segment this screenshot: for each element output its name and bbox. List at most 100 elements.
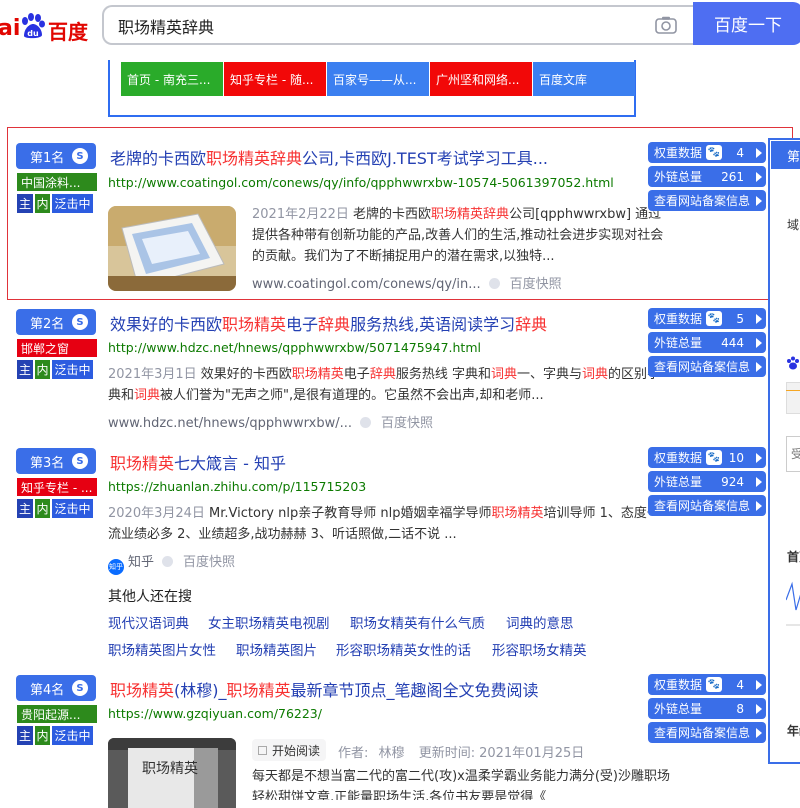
result-title[interactable]: 职场精英七大箴言 - 知乎	[110, 450, 286, 474]
icp-label: 查看网站备案信息	[654, 194, 751, 208]
arrow-right-icon	[756, 196, 762, 206]
icp-badge[interactable]: 查看网站备案信息	[648, 190, 766, 211]
snapshot-link[interactable]: 百度快照	[381, 416, 433, 431]
top-link-5[interactable]: 百度文库	[533, 62, 635, 96]
author-name[interactable]: 林穆	[379, 746, 405, 761]
weight-badge[interactable]: 权重数据 🐾 4	[648, 142, 766, 163]
result-abstract: 2020年3月24日 Mr.Victory nlp亲子教育导师 nlp婚姻幸福学…	[108, 503, 666, 545]
weight-badge[interactable]: 权重数据 🐾 4	[648, 674, 766, 695]
arrow-right-icon	[756, 704, 762, 714]
site-tag[interactable]: 邯郸之窗	[16, 338, 98, 358]
snapshot-link[interactable]: 百度快照	[183, 555, 235, 570]
source-url[interactable]: www.coatingol.com/conews/qy/in...	[252, 277, 481, 292]
icp-badge[interactable]: 查看网站备案信息	[648, 495, 766, 516]
site-tag-label: 邯郸之窗	[21, 341, 70, 356]
weight-badge[interactable]: 权重数据 🐾 5	[648, 308, 766, 329]
arrow-right-icon	[756, 338, 762, 348]
baidu-logo[interactable]: ai du 百度	[0, 8, 90, 44]
links-badge[interactable]: 外链总量 8	[648, 698, 766, 719]
result-url[interactable]: https://www.gzqiyuan.com/76223/	[108, 706, 322, 721]
sidebar-text: 年龄	[787, 724, 800, 738]
result-title[interactable]: 职场精英(林穆)_职场精英最新章节顶点_笔趣阁全文免费阅读	[110, 677, 539, 701]
icp-badge[interactable]: 查看网站备案信息	[648, 722, 766, 743]
related-link[interactable]: 形容职场精英女性的话	[336, 639, 471, 659]
weight-value: 4	[736, 677, 744, 692]
tag-zhu[interactable]: 主	[16, 193, 34, 214]
top-link-3[interactable]: 百家号——从...	[327, 62, 429, 96]
top-link-label: 首页 - 南充三...	[127, 72, 211, 87]
related-link[interactable]: 词典的意思	[506, 612, 574, 632]
icp-label: 查看网站备案信息	[654, 499, 751, 513]
rank-badge[interactable]: 第4名 S	[16, 675, 96, 701]
related-link[interactable]: 形容职场女精英	[492, 639, 587, 659]
sidebar-text: 域名	[787, 218, 800, 232]
rank-label: 第3名	[30, 455, 65, 471]
search-button[interactable]: 百度一下	[693, 2, 800, 45]
top-link-2[interactable]: 知乎专栏 - 随...	[224, 62, 326, 96]
tag-trio: 主内泛击中	[16, 359, 94, 380]
links-badge[interactable]: 外链总量 261	[648, 166, 766, 187]
tag-nei[interactable]: 内	[34, 725, 51, 746]
result-abstract: 2021年2月22日 老牌的卡西欧职场精英辞典公司[qpphwwrxbw] 通过…	[252, 204, 672, 267]
tag-nei[interactable]: 内	[34, 359, 51, 380]
rank-refresh-icon: S	[72, 148, 88, 164]
links-badge[interactable]: 外链总量 924	[648, 471, 766, 492]
tag-fan[interactable]: 泛击中	[51, 193, 94, 214]
tag-fan[interactable]: 泛击中	[51, 359, 94, 380]
links-label: 外链总量	[654, 475, 703, 489]
sidebar-tab[interactable]: 第	[771, 141, 800, 169]
links-label: 外链总量	[654, 170, 703, 184]
related-link[interactable]: 女主职场精英电视剧	[208, 612, 330, 632]
tag-fan[interactable]: 泛击中	[51, 498, 94, 519]
related-link[interactable]: 职场女精英有什么气质	[350, 612, 485, 632]
source-url[interactable]: www.hdzc.net/hnews/qpphwwrxbw/...	[108, 416, 352, 431]
start-reading-button[interactable]: 开始阅读	[252, 739, 326, 761]
top-link-label: 百度文库	[539, 72, 588, 87]
rank-badge[interactable]: 第2名 S	[16, 309, 96, 335]
weight-badge[interactable]: 权重数据 🐾 10	[648, 447, 766, 468]
snapshot-link[interactable]: 百度快照	[510, 277, 562, 292]
site-tag[interactable]: 中国涂料...	[16, 172, 98, 192]
source-name[interactable]: 知乎	[128, 555, 154, 570]
result-source: www.hdzc.net/hnews/qpphwwrxbw/... 百度快照	[108, 412, 433, 431]
result-url[interactable]: https://zhuanlan.zhihu.com/p/115715203	[108, 479, 366, 494]
tag-nei[interactable]: 内	[34, 498, 51, 519]
arrow-right-icon	[756, 680, 762, 690]
top-link-4[interactable]: 广州坚和网络...	[430, 62, 532, 96]
site-tag[interactable]: 贵阳起源...	[16, 704, 98, 724]
tag-fan[interactable]: 泛击中	[51, 725, 94, 746]
top-links-box: 首页 - 南充三... 知乎专栏 - 随... 百家号——从... 广州坚和网络…	[108, 60, 636, 117]
tag-zhu[interactable]: 主	[16, 498, 34, 519]
camera-icon[interactable]	[655, 16, 677, 34]
rank-badge[interactable]: 第1名 S	[16, 143, 96, 169]
snapshot-icon	[162, 556, 174, 567]
related-link[interactable]: 现代汉语词典	[108, 612, 189, 632]
paw-icon: 🐾	[706, 450, 722, 465]
sidebar-input[interactable]: 受	[786, 436, 800, 472]
related-link[interactable]: 职场精英图片女性	[108, 639, 216, 659]
result-url[interactable]: http://www.hdzc.net/hnews/qpphwwrxbw/507…	[108, 340, 481, 355]
result-url[interactable]: http://www.coatingol.com/conews/qy/info/…	[108, 175, 614, 190]
icp-badge[interactable]: 查看网站备案信息	[648, 356, 766, 377]
book-cover[interactable]: 职场精英	[108, 738, 236, 808]
icp-label: 查看网站备案信息	[654, 726, 751, 740]
result-date: 2020年3月24日	[108, 506, 205, 521]
dictionary-device-image	[108, 206, 236, 291]
weight-value: 10	[728, 450, 744, 465]
search-input[interactable]	[118, 15, 598, 37]
tag-zhu[interactable]: 主	[16, 725, 34, 746]
result-thumbnail[interactable]	[108, 206, 236, 291]
rank-badge[interactable]: 第3名 S	[16, 448, 96, 474]
site-tag[interactable]: 知乎专栏 - ...	[16, 477, 98, 497]
result-source: 知乎 知乎 百度快照	[108, 551, 235, 575]
related-link[interactable]: 职场精英图片	[236, 639, 317, 659]
top-link-1[interactable]: 首页 - 南充三...	[121, 62, 223, 96]
result-date: 2021年2月22日	[252, 207, 349, 222]
weight-label: 权重数据	[654, 678, 703, 692]
result-title[interactable]: 老牌的卡西欧职场精英辞典公司,卡西欧J.TEST考试学习工具...	[110, 145, 548, 169]
links-badge[interactable]: 外链总量 444	[648, 332, 766, 353]
zhihu-icon: 知乎	[108, 559, 124, 575]
result-title[interactable]: 效果好的卡西欧职场精英电子辞典服务热线,英语阅读学习辞典	[110, 311, 547, 335]
tag-zhu[interactable]: 主	[16, 359, 34, 380]
tag-nei[interactable]: 内	[34, 193, 51, 214]
